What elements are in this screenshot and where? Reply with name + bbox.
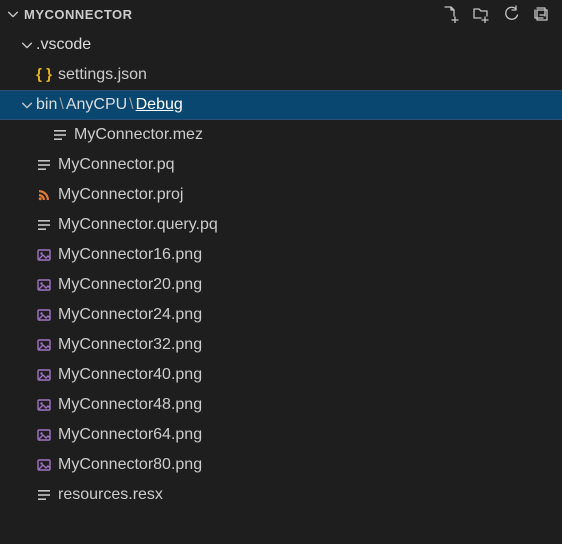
file-item[interactable]: MyConnector48.png bbox=[0, 390, 562, 420]
file-tree: .vscode { } settings.json bin\AnyCPU\Deb… bbox=[0, 28, 562, 510]
file-label: MyConnector48.png bbox=[58, 390, 202, 420]
lines-icon bbox=[34, 217, 54, 233]
file-item[interactable]: MyConnector32.png bbox=[0, 330, 562, 360]
folder-label: .vscode bbox=[36, 30, 91, 60]
image-icon bbox=[34, 397, 54, 413]
folder-bin-anycpu-debug[interactable]: bin\AnyCPU\Debug bbox=[0, 90, 562, 120]
chevron-down-icon bbox=[4, 7, 22, 21]
rss-icon bbox=[34, 187, 54, 203]
file-explorer: MYCONNECTOR .vscode { } settings. bbox=[0, 0, 562, 544]
file-label: MyConnector40.png bbox=[58, 360, 202, 390]
file-item[interactable]: MyConnector20.png bbox=[0, 270, 562, 300]
lines-icon bbox=[50, 127, 70, 143]
file-label: MyConnector16.png bbox=[58, 240, 202, 270]
image-icon bbox=[34, 457, 54, 473]
image-icon bbox=[34, 337, 54, 353]
file-label: MyConnector24.png bbox=[58, 300, 202, 330]
file-item[interactable]: MyConnector24.png bbox=[0, 300, 562, 330]
file-item[interactable]: MyConnector.proj bbox=[0, 180, 562, 210]
explorer-header[interactable]: MYCONNECTOR bbox=[0, 0, 562, 28]
file-item[interactable]: MyConnector80.png bbox=[0, 450, 562, 480]
collapse-all-icon[interactable] bbox=[532, 5, 550, 23]
file-label: MyConnector.pq bbox=[58, 150, 175, 180]
file-label: resources.resx bbox=[58, 480, 163, 510]
explorer-actions bbox=[442, 5, 554, 23]
file-label: MyConnector32.png bbox=[58, 330, 202, 360]
breadcrumb-path: bin\AnyCPU\Debug bbox=[36, 90, 183, 120]
image-icon bbox=[34, 277, 54, 293]
file-settings-json[interactable]: { } settings.json bbox=[0, 60, 562, 90]
file-label: MyConnector20.png bbox=[58, 270, 202, 300]
lines-icon bbox=[34, 157, 54, 173]
image-icon bbox=[34, 307, 54, 323]
file-label: MyConnector64.png bbox=[58, 420, 202, 450]
image-icon bbox=[34, 427, 54, 443]
refresh-icon[interactable] bbox=[502, 5, 520, 23]
file-item[interactable]: MyConnector.query.pq bbox=[0, 210, 562, 240]
file-item[interactable]: MyConnector40.png bbox=[0, 360, 562, 390]
file-myconnector-mez[interactable]: MyConnector.mez bbox=[0, 120, 562, 150]
explorer-title: MYCONNECTOR bbox=[24, 7, 442, 22]
folder-vscode[interactable]: .vscode bbox=[0, 30, 562, 60]
json-icon: { } bbox=[34, 60, 54, 90]
file-label: MyConnector.mez bbox=[74, 120, 203, 150]
file-item[interactable]: MyConnector64.png bbox=[0, 420, 562, 450]
file-label: MyConnector.query.pq bbox=[58, 210, 218, 240]
lines-icon bbox=[34, 487, 54, 503]
chevron-down-icon bbox=[18, 38, 36, 52]
new-file-icon[interactable] bbox=[442, 5, 460, 23]
file-label: MyConnector.proj bbox=[58, 180, 183, 210]
image-icon bbox=[34, 247, 54, 263]
file-item[interactable]: MyConnector.pq bbox=[0, 150, 562, 180]
image-icon bbox=[34, 367, 54, 383]
file-label: MyConnector80.png bbox=[58, 450, 202, 480]
chevron-down-icon bbox=[18, 98, 36, 112]
file-label: settings.json bbox=[58, 60, 147, 90]
new-folder-icon[interactable] bbox=[472, 5, 490, 23]
file-item[interactable]: MyConnector16.png bbox=[0, 240, 562, 270]
file-item[interactable]: resources.resx bbox=[0, 480, 562, 510]
